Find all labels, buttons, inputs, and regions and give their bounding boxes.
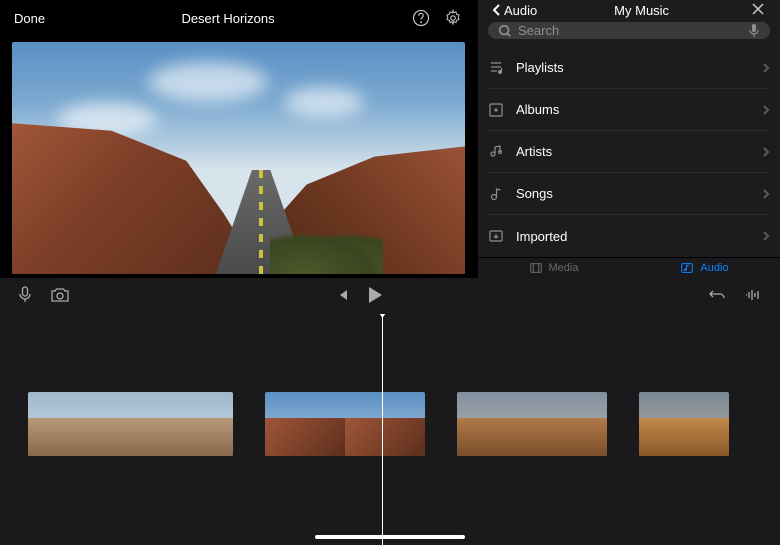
- close-panel-button[interactable]: [750, 1, 766, 20]
- undo-button[interactable]: [708, 288, 726, 305]
- close-icon: [750, 1, 766, 17]
- search-bar[interactable]: [488, 22, 770, 39]
- play-button[interactable]: [367, 286, 383, 307]
- chevron-right-icon: [762, 230, 770, 242]
- search-input[interactable]: [518, 23, 742, 38]
- menu-label: Songs: [516, 186, 750, 201]
- menu-item-artists[interactable]: Artists: [488, 131, 770, 173]
- menu-item-imported[interactable]: Imported: [488, 215, 770, 257]
- help-icon: [412, 9, 430, 27]
- skip-back-icon: [335, 288, 349, 302]
- undo-icon: [708, 288, 726, 302]
- clip-frame: [457, 392, 532, 456]
- artist-icon: [488, 144, 504, 160]
- clip-frame: [28, 392, 96, 456]
- clip-frame: [345, 392, 425, 456]
- menu-label: Albums: [516, 102, 750, 117]
- clip-frame: [165, 392, 233, 456]
- chevron-right-icon: [762, 188, 770, 200]
- done-button[interactable]: Done: [14, 11, 45, 26]
- chevron-right-icon: [762, 146, 770, 158]
- back-label: Audio: [504, 3, 537, 18]
- clip-2[interactable]: [265, 392, 425, 456]
- menu-item-albums[interactable]: Albums: [488, 89, 770, 131]
- settings-button[interactable]: [443, 8, 463, 28]
- song-icon: [488, 186, 504, 202]
- chevron-left-icon: [492, 3, 502, 17]
- panel-header: Audio My Music: [478, 0, 780, 20]
- tab-label: Media: [549, 262, 579, 274]
- clip-frame: [639, 392, 729, 456]
- clip-4[interactable]: [639, 392, 729, 456]
- music-categories: Playlists Albums Artists: [478, 47, 780, 257]
- timeline[interactable]: [0, 314, 780, 545]
- media-icon: [529, 261, 543, 275]
- header-icons: [411, 8, 463, 28]
- playback-toolbar: [0, 278, 780, 314]
- waveform-icon: [744, 288, 762, 302]
- preview-cloud: [284, 87, 364, 117]
- back-button[interactable]: Audio: [492, 3, 537, 18]
- waveform-button[interactable]: [744, 288, 762, 305]
- gear-icon: [444, 9, 462, 27]
- tab-media[interactable]: Media: [478, 258, 629, 278]
- skip-back-button[interactable]: [335, 288, 349, 305]
- video-preview[interactable]: [12, 42, 465, 274]
- toolbar-center: [10, 286, 708, 307]
- clips-row: [0, 392, 780, 456]
- menu-label: Imported: [516, 229, 750, 244]
- clip-frame: [532, 392, 607, 456]
- imovie-app: Done Desert Horizons: [0, 0, 780, 545]
- menu-item-songs[interactable]: Songs: [488, 173, 770, 215]
- audio-icon: [680, 261, 694, 275]
- menu-item-playlists[interactable]: Playlists: [488, 47, 770, 89]
- imported-icon: [488, 228, 504, 244]
- preview-header: Done Desert Horizons: [0, 0, 477, 36]
- tab-audio[interactable]: Audio: [629, 258, 780, 278]
- audio-panel: Audio My Music Playlists: [477, 0, 780, 278]
- clip-frame: [96, 392, 164, 456]
- search-icon: [498, 24, 512, 38]
- chevron-right-icon: [762, 104, 770, 116]
- playhead[interactable]: [382, 314, 383, 545]
- help-button[interactable]: [411, 8, 431, 28]
- project-title: Desert Horizons: [45, 11, 411, 26]
- menu-label: Artists: [516, 144, 750, 159]
- clip-3[interactable]: [457, 392, 607, 456]
- play-icon: [367, 286, 383, 304]
- toolbar-right: [708, 288, 762, 305]
- chevron-right-icon: [762, 62, 770, 74]
- playlist-icon: [488, 60, 504, 76]
- clip-1[interactable]: [28, 392, 233, 456]
- home-indicator[interactable]: [315, 535, 465, 539]
- preview-cloud: [148, 62, 268, 102]
- preview-vegetation: [270, 232, 383, 274]
- clip-frame: [265, 392, 345, 456]
- album-icon: [488, 102, 504, 118]
- panel-title: My Music: [537, 3, 750, 18]
- dictation-icon[interactable]: [748, 23, 760, 39]
- preview-pane: Done Desert Horizons: [0, 0, 477, 278]
- tab-label: Audio: [700, 262, 728, 274]
- menu-label: Playlists: [516, 60, 750, 75]
- top-area: Done Desert Horizons: [0, 0, 780, 278]
- panel-tabbar: Media Audio: [478, 257, 780, 278]
